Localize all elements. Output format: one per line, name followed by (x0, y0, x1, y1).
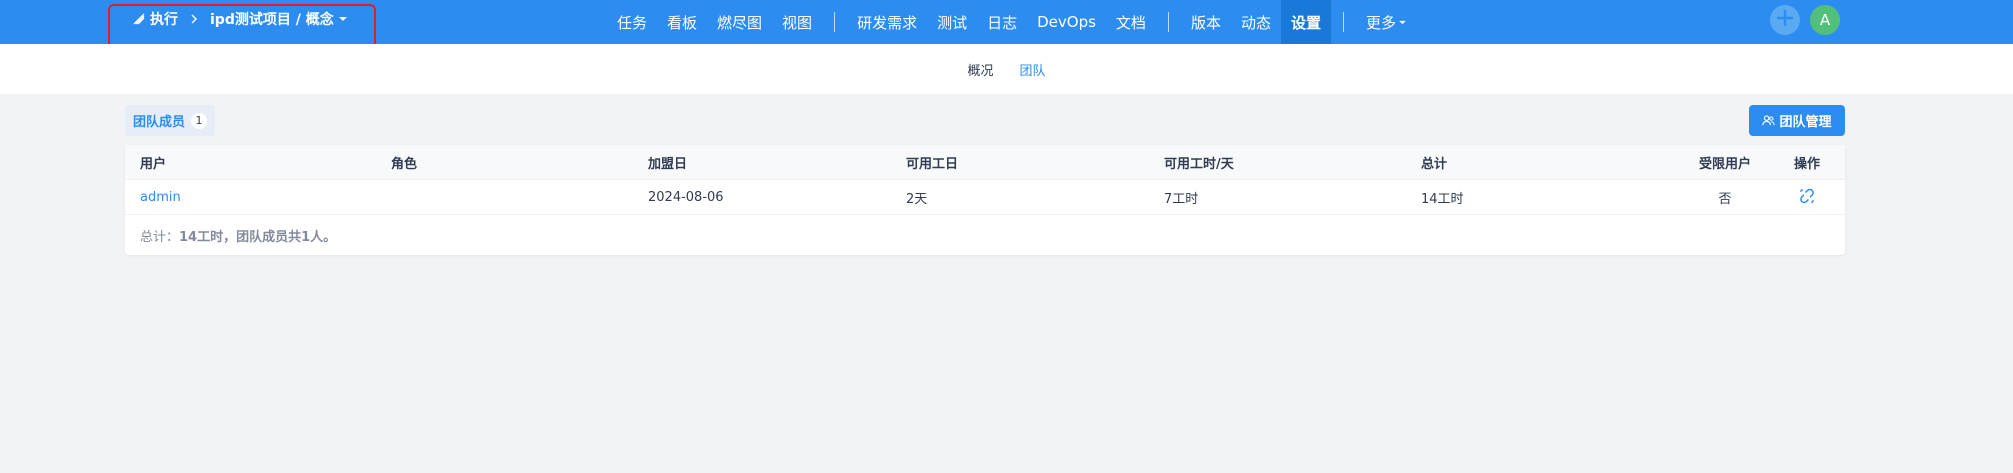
nav-task[interactable]: 任务 (607, 0, 657, 44)
nav-build[interactable]: 版本 (1181, 0, 1231, 44)
col-role[interactable]: 角色 (391, 145, 417, 180)
col-total[interactable]: 总计 (1421, 145, 1447, 180)
join-date-cell: 2024-08-06 (648, 190, 724, 205)
col-user[interactable]: 用户 (140, 145, 166, 180)
col-limited[interactable]: 受限用户 (1695, 145, 1755, 180)
nav-story[interactable]: 研发需求 (847, 0, 927, 44)
nav-more[interactable]: 更多 (1356, 0, 1416, 44)
members-tab[interactable]: 团队成员 1 (125, 105, 216, 136)
caret-down-icon (1399, 20, 1406, 25)
days-cell: 2天 (906, 192, 928, 207)
nav-divider (1342, 12, 1344, 32)
summary-prefix: 总计： (140, 229, 180, 245)
create-button[interactable] (1770, 5, 1800, 35)
nav-settings[interactable]: 设置 (1280, 0, 1331, 44)
nav-view[interactable]: 视图 (772, 0, 822, 44)
members-count-badge: 1 (191, 112, 208, 129)
unlink-icon (1799, 188, 1815, 208)
summary-text: 14工时，团队成员共1人。 (179, 229, 337, 245)
nav-burndown[interactable]: 燃尽图 (707, 0, 772, 44)
nav-devops[interactable]: DevOps (1027, 0, 1106, 44)
nav-test[interactable]: 测试 (927, 0, 977, 44)
unlink-button[interactable] (1787, 180, 1827, 215)
tab-team[interactable]: 团队 (1007, 60, 1059, 79)
team-icon (1762, 114, 1776, 127)
table-row: admin 2024-08-06 2天 7工时 14工时 否 (125, 180, 1845, 215)
total-cell: 14工时 (1421, 192, 1464, 207)
nav-doc[interactable]: 文档 (1106, 0, 1156, 44)
hours-cell: 7工时 (1164, 192, 1199, 207)
table-header: 用户 角色 加盟日 可用工日 可用工时/天 总计 受限用户 操作 (125, 145, 1845, 180)
col-actions: 操作 (1793, 157, 1820, 172)
main-nav: 任务 看板 燃尽图 视图 研发需求 测试 日志 DevOps 文档 版本 动态 … (607, 0, 1416, 44)
team-manage-button[interactable]: 团队管理 (1749, 105, 1845, 136)
nav-log[interactable]: 日志 (977, 0, 1027, 44)
team-table: 用户 角色 加盟日 可用工日 可用工时/天 总计 受限用户 操作 admin 2… (125, 145, 1845, 255)
avatar[interactable]: A (1810, 5, 1840, 35)
members-label: 团队成员 (133, 115, 186, 130)
sub-nav: 概况 团队 (0, 44, 2013, 94)
nav-divider (1167, 12, 1169, 32)
table-summary: 总计： 14工时，团队成员共1人。 (140, 215, 336, 255)
plus-icon (1775, 8, 1795, 32)
col-hours[interactable]: 可用工时/天 (1164, 145, 1234, 180)
nav-more-label: 更多 (1365, 13, 1396, 32)
limited-cell: 否 (1718, 192, 1732, 207)
team-manage-label: 团队管理 (1779, 115, 1832, 130)
nav-divider (834, 12, 836, 32)
nav-dynamic[interactable]: 动态 (1231, 0, 1281, 44)
col-join[interactable]: 加盟日 (648, 145, 687, 180)
nav-kanban[interactable]: 看板 (657, 0, 707, 44)
col-days[interactable]: 可用工日 (906, 145, 958, 180)
user-link[interactable]: admin (140, 180, 181, 215)
tab-overview[interactable]: 概况 (954, 60, 1006, 79)
